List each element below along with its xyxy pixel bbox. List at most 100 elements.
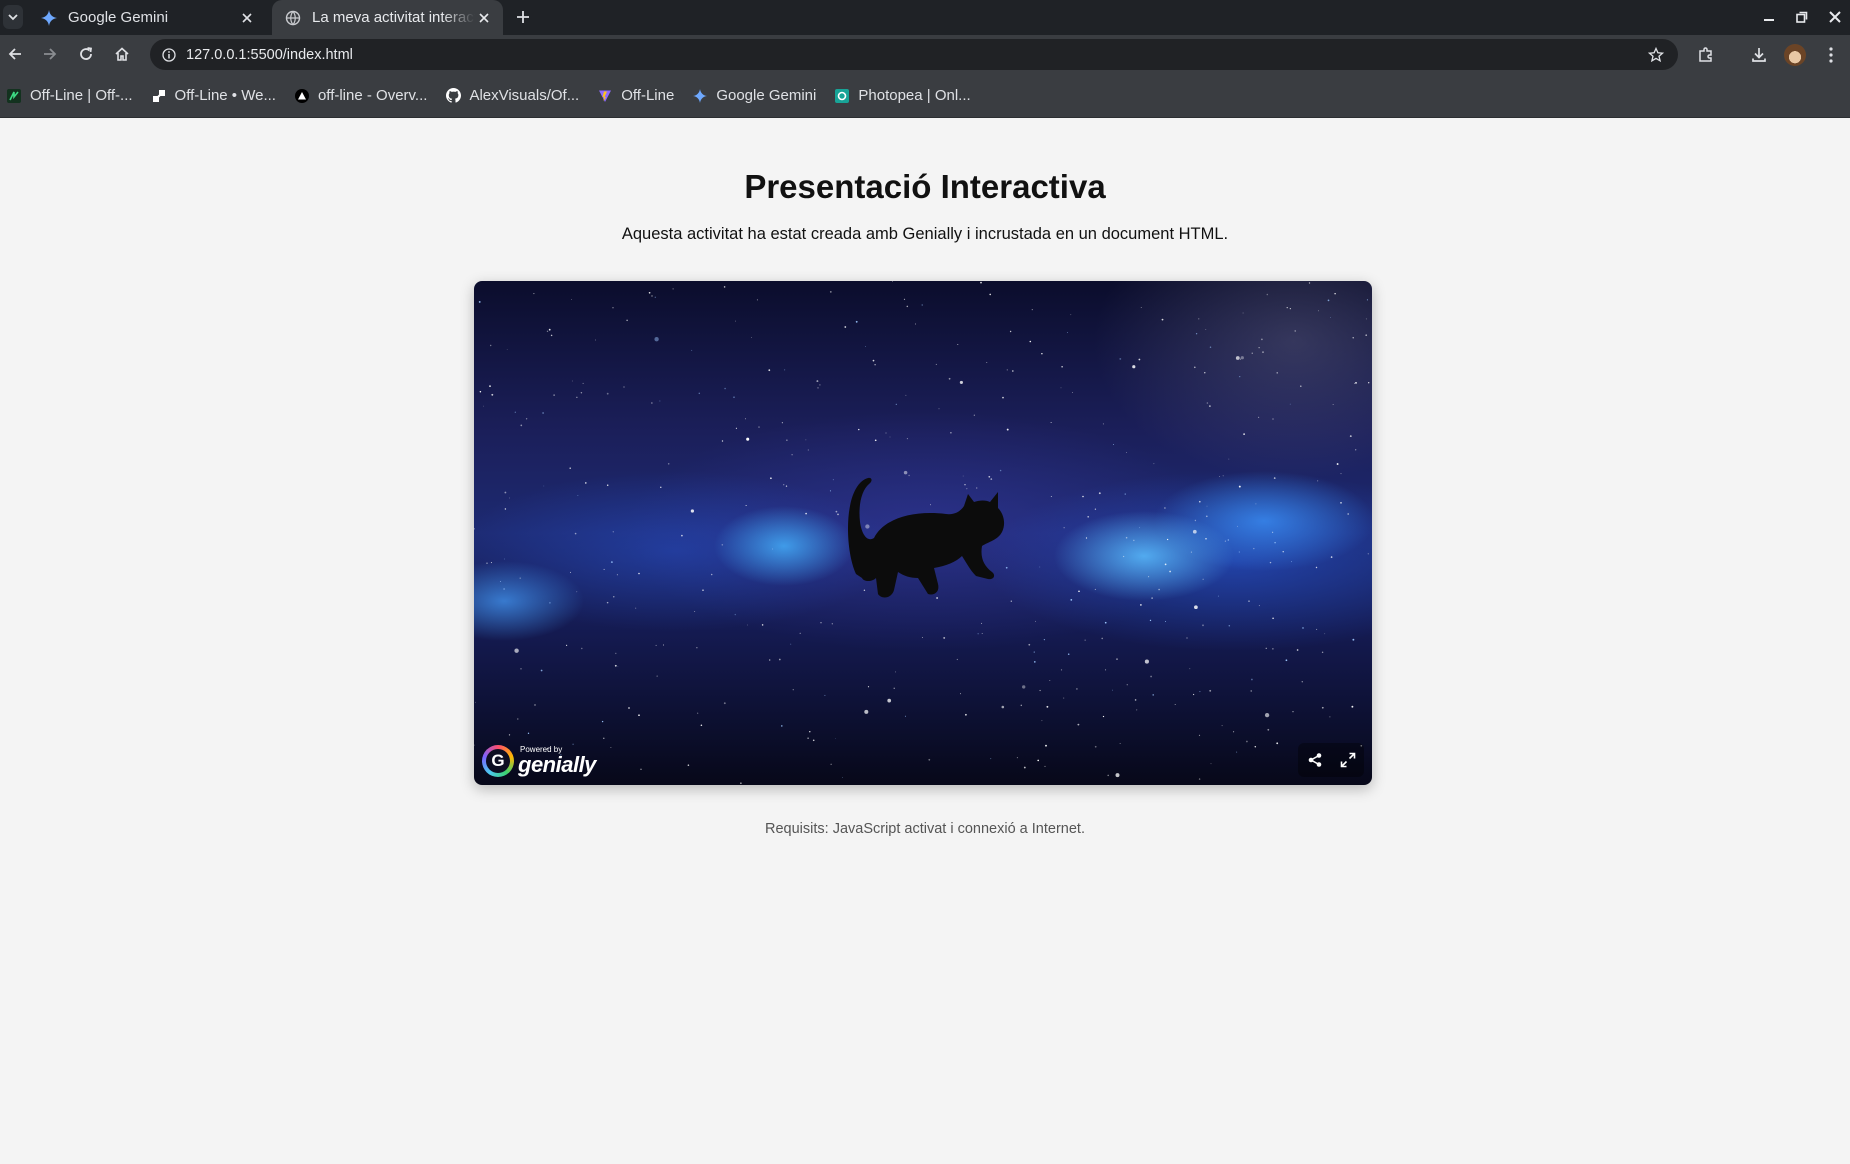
star [785,485,788,487]
tab-la-meva-activitat[interactable]: La meva activitat interactiva [272,0,503,35]
close-icon[interactable] [238,9,256,27]
bookmark-item[interactable]: off-line - Overv... [294,87,427,104]
star [1296,649,1299,651]
star [1276,742,1279,745]
star [914,323,916,325]
restore-button[interactable] [1793,8,1811,26]
fullscreen-icon[interactable] [1338,750,1358,770]
star [921,304,923,306]
genially-embed[interactable]: G Powered by genially [474,281,1372,785]
star [1235,356,1240,360]
star [1046,705,1049,708]
browser-menu-button[interactable] [1820,44,1842,66]
star [1206,505,1208,507]
star [892,281,893,282]
star [990,758,992,760]
star [956,658,958,661]
star [576,396,578,398]
minimize-button[interactable] [1760,8,1778,26]
bookmark-item[interactable]: Photopea | Onl... [834,87,971,104]
star [656,675,658,677]
star [1039,566,1041,568]
star [672,288,674,290]
reload-button[interactable] [75,43,97,65]
star [1332,404,1334,405]
star [1087,515,1090,518]
star [824,694,826,696]
star [768,369,771,372]
star [1105,669,1107,671]
star [816,380,819,383]
star [614,664,617,667]
close-window-button[interactable] [1826,8,1844,26]
star [1134,699,1137,701]
star [1151,597,1153,599]
star [1037,759,1040,762]
star [723,286,726,288]
star [724,387,726,390]
star [1340,502,1342,504]
star [1206,402,1209,404]
star [1195,333,1198,335]
tab-google-gemini[interactable]: Google Gemini [28,0,266,35]
reload-icon [80,47,93,60]
star [986,361,988,363]
star [1222,475,1224,477]
extensions-button[interactable] [1695,44,1717,66]
home-button[interactable] [111,43,133,65]
star [585,482,587,484]
star [1190,551,1192,553]
star [1205,537,1207,540]
star [1253,547,1255,550]
bookmark-label: Off-Line | Off-... [30,87,133,104]
forward-button[interactable] [39,43,61,65]
url-text[interactable]: 127.0.0.1:5500/index.html [186,47,1646,63]
bookmark-item[interactable]: AlexVisuals/Of... [445,87,579,104]
bookmark-item[interactable]: Off-Line | Off-... [6,87,133,104]
star [1078,590,1080,593]
star [1238,485,1241,488]
bookmark-item[interactable]: Google Gemini [692,87,816,104]
bookmark-item[interactable]: Off-Line • We... [151,87,276,104]
star [483,405,484,407]
star [1368,382,1370,384]
new-tab-button[interactable] [512,6,534,28]
star [885,432,887,434]
close-icon[interactable] [475,9,493,27]
star [957,344,959,345]
vite-icon [597,88,613,104]
star [1210,763,1212,765]
genially-logo[interactable]: G Powered by genially [482,745,596,777]
back-button[interactable] [4,43,26,65]
star [721,544,724,546]
star [690,509,695,513]
star [1258,605,1260,607]
star [864,709,869,714]
bookmark-star-icon[interactable] [1646,45,1666,65]
downloads-button[interactable] [1748,44,1770,66]
star [595,339,596,341]
star [1340,473,1342,475]
star [809,731,811,733]
tab-search-button[interactable] [3,5,23,29]
star [817,387,819,389]
site-info-icon[interactable] [160,46,178,64]
star [1165,621,1167,623]
star [697,712,699,714]
download-icon [1752,48,1766,62]
address-bar[interactable]: 127.0.0.1:5500/index.html [150,39,1678,70]
bookmark-label: Off-Line [621,87,675,104]
star [740,782,742,784]
star [576,591,578,593]
star [858,428,860,431]
star [746,437,750,441]
profile-avatar[interactable] [1784,44,1806,66]
star [553,394,555,396]
star [872,359,875,362]
share-icon[interactable] [1305,750,1325,770]
bookmark-item[interactable]: Off-Line [597,87,674,104]
star [1258,347,1260,349]
star [778,658,781,661]
star [1251,678,1253,681]
star [1029,340,1032,343]
